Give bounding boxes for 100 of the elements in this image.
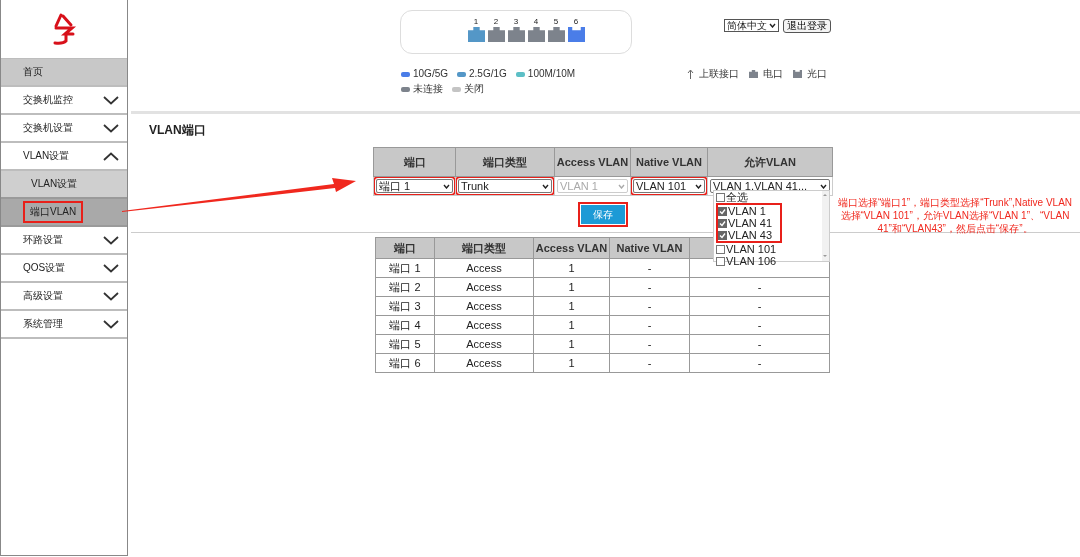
nav-item-label: 高级设置 (23, 289, 63, 303)
column-header: 允许VLAN (707, 147, 833, 177)
table-cell: 端口 2 (375, 277, 435, 297)
dropdown-field[interactable]: Trunk (458, 179, 552, 193)
ethernet-port-icon[interactable] (467, 27, 485, 42)
caret-icon (542, 183, 549, 189)
port-number: 5 (553, 17, 559, 27)
legend-label: 上联接口 (699, 68, 739, 80)
nav-item-label: 交换机设置 (23, 121, 73, 135)
column-header: Native VLAN (609, 237, 690, 259)
vlan-option[interactable]: VLAN 106 (716, 255, 822, 267)
port-number: 6 (573, 17, 579, 27)
checkbox[interactable] (718, 230, 727, 240)
logout-button[interactable]: 退出登录 (783, 19, 831, 33)
vlan-option[interactable]: 全选 (716, 191, 822, 203)
table-cell: - (609, 315, 690, 335)
legend-label: 电口 (763, 68, 783, 80)
vlan-option[interactable]: VLAN 41 (718, 217, 773, 229)
annotation-text: 端口选择“端口1”，端口类型选择“Trunk”,Native VLAN选择“VLAN 101”，允许VLAN选择“VLAN 1”、“VLAN 41”和“VLAN43”，然后点击“保存”。 (836, 196, 1074, 235)
caret-icon (769, 23, 776, 28)
nav-item-label: 交换机监控 (23, 93, 73, 107)
nav-item[interactable]: 首页 (1, 58, 127, 87)
column-header: 端口类型 (434, 237, 534, 259)
nav-subitem[interactable]: VLAN设置 (1, 171, 127, 199)
nav-item-background[interactable]: 环路设置 (1, 227, 127, 255)
column-header: 端口 (373, 147, 456, 177)
language-select[interactable]: 简体中文 (724, 19, 779, 32)
vlan-option[interactable]: VLAN 43 (718, 229, 773, 241)
table-cell: 端口 1 (375, 258, 435, 278)
column-header: Access VLAN (554, 147, 631, 177)
table-cell: 端口 4 (375, 315, 435, 335)
nav-item-background[interactable]: 交换机监控 (1, 87, 127, 115)
page-title: VLAN端口 (149, 122, 207, 139)
checkbox[interactable] (716, 244, 725, 254)
table-cell: - (609, 353, 690, 373)
table-cell: - (609, 277, 690, 297)
ethernet-port-icon (749, 70, 758, 78)
table-cell: Access (434, 334, 534, 354)
legend-label: 未连接 (413, 83, 443, 95)
ethernet-port-icon[interactable] (547, 27, 565, 42)
legend-label: 2.5G/1G (469, 68, 507, 80)
dropdown-field[interactable]: 端口 1 (376, 179, 453, 193)
nav-item-label: 系统管理 (23, 317, 63, 331)
table-cell: - (609, 334, 690, 354)
caret-icon (695, 183, 702, 189)
nav-item-label: QOS设置 (23, 261, 66, 275)
table-cell: - (609, 296, 690, 316)
table-cell: - (689, 296, 830, 316)
ethernet-port-icon[interactable] (507, 27, 525, 42)
dropdown-field[interactable]: VLAN 101 (633, 179, 705, 193)
nav-subitem-label: 端口VLAN (30, 206, 77, 217)
table-cell: 端口 3 (375, 296, 435, 316)
nav-item-background[interactable]: 系统管理 (1, 311, 127, 339)
nav-item-background[interactable]: 高级设置 (1, 283, 127, 311)
legend-label: 10G/5G (413, 68, 449, 80)
port-number: 1 (473, 17, 479, 27)
caret-icon (820, 183, 827, 189)
table-cell: 1 (533, 258, 610, 278)
column-header: Native VLAN (630, 147, 708, 177)
table-cell: Access (434, 277, 534, 297)
optical-port-icon[interactable] (567, 27, 585, 42)
table-cell: 1 (533, 334, 610, 354)
checkbox[interactable] (718, 206, 727, 216)
nav-item-label: 环路设置 (23, 233, 63, 247)
table-cell: Access (434, 353, 534, 373)
table-cell: Access (434, 315, 534, 335)
port-number: 4 (533, 17, 539, 27)
table-cell: - (609, 258, 690, 278)
column-header: 端口类型 (455, 147, 555, 177)
nav-subitem-background[interactable]: 端口VLAN (1, 199, 127, 227)
table-cell: 1 (533, 277, 610, 297)
port-number: 3 (513, 17, 519, 27)
table-cell: 1 (533, 353, 610, 373)
table-cell: - (689, 315, 830, 335)
table-cell: 端口 5 (375, 334, 435, 354)
table-cell: 端口 6 (375, 353, 435, 373)
column-header: Access VLAN (533, 237, 610, 259)
checkbox[interactable] (716, 256, 725, 266)
column-header: 端口 (375, 237, 435, 259)
table-cell: - (689, 277, 830, 297)
legend-label: 100M/10M (527, 68, 576, 80)
caret-icon (618, 183, 625, 189)
ethernet-port-icon[interactable] (487, 27, 505, 42)
nav-item-background[interactable]: 交换机设置 (1, 115, 127, 143)
vlan-option[interactable]: VLAN 1 (718, 205, 773, 217)
nav-item-background[interactable]: QOS设置 (1, 255, 127, 283)
scrollbar[interactable] (822, 191, 829, 261)
table-cell: - (689, 353, 830, 373)
logo-icon (51, 12, 77, 46)
ethernet-port-icon[interactable] (527, 27, 545, 42)
nav-item-label: VLAN设置 (23, 149, 70, 163)
checkbox[interactable] (716, 192, 725, 202)
legend-label: 光口 (807, 68, 827, 80)
up-arrow-icon (687, 69, 694, 79)
table-cell: Access (434, 296, 534, 316)
checkbox[interactable] (718, 218, 727, 228)
port-number: 2 (493, 17, 499, 27)
optical-port-icon (793, 70, 802, 78)
table-cell: - (689, 334, 830, 354)
table-cell: Access (434, 258, 534, 278)
